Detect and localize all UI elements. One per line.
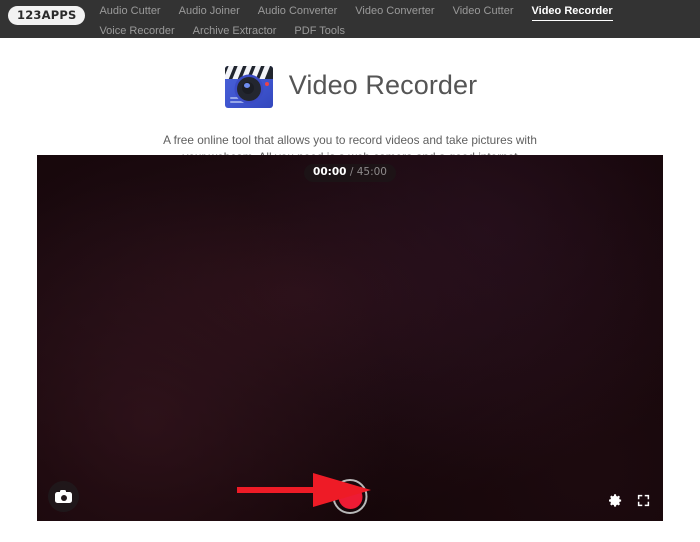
player-right-controls bbox=[608, 493, 651, 508]
timer-current: 00:00 bbox=[313, 166, 347, 178]
webcam-preview[interactable] bbox=[37, 155, 663, 521]
record-indicator-dot bbox=[264, 81, 269, 86]
app-icon-strip-top bbox=[229, 96, 239, 99]
nav-links: Audio Cutter Audio Joiner Audio Converte… bbox=[99, 4, 700, 40]
logo-123apps[interactable]: 123APPS bbox=[8, 6, 86, 25]
timer-separator: / bbox=[349, 166, 354, 178]
timer-total: 45:00 bbox=[356, 166, 387, 178]
video-player[interactable]: 00:00 / 45:00 bbox=[37, 155, 663, 521]
nav-item-audio-converter[interactable]: Audio Converter bbox=[258, 4, 338, 21]
record-dot-icon bbox=[338, 484, 362, 509]
app-icon-strip-bottom bbox=[229, 100, 244, 103]
video-recorder-app-icon bbox=[223, 63, 275, 109]
title-row: Video Recorder bbox=[0, 38, 700, 119]
fullscreen-button[interactable] bbox=[636, 493, 651, 508]
nav-item-video-cutter[interactable]: Video Cutter bbox=[453, 4, 514, 21]
fullscreen-icon bbox=[637, 494, 650, 507]
nav-item-audio-joiner[interactable]: Audio Joiner bbox=[179, 4, 240, 21]
gear-icon bbox=[609, 494, 622, 507]
record-button[interactable] bbox=[332, 479, 368, 514]
nav-item-video-converter[interactable]: Video Converter bbox=[355, 4, 434, 21]
settings-button[interactable] bbox=[608, 493, 623, 508]
nav-item-audio-cutter[interactable]: Audio Cutter bbox=[99, 4, 160, 21]
nav-inner: 123APPS Audio Cutter Audio Joiner Audio … bbox=[0, 0, 700, 40]
page-title: Video Recorder bbox=[288, 70, 478, 101]
camera-lens-glint bbox=[243, 82, 250, 88]
timer-badge: 00:00 / 45:00 bbox=[304, 164, 396, 182]
take-photo-button[interactable] bbox=[48, 481, 79, 512]
camera-icon bbox=[55, 490, 72, 503]
top-navigation-bar: 123APPS Audio Cutter Audio Joiner Audio … bbox=[0, 0, 700, 38]
nav-item-video-recorder[interactable]: Video Recorder bbox=[531, 4, 613, 21]
